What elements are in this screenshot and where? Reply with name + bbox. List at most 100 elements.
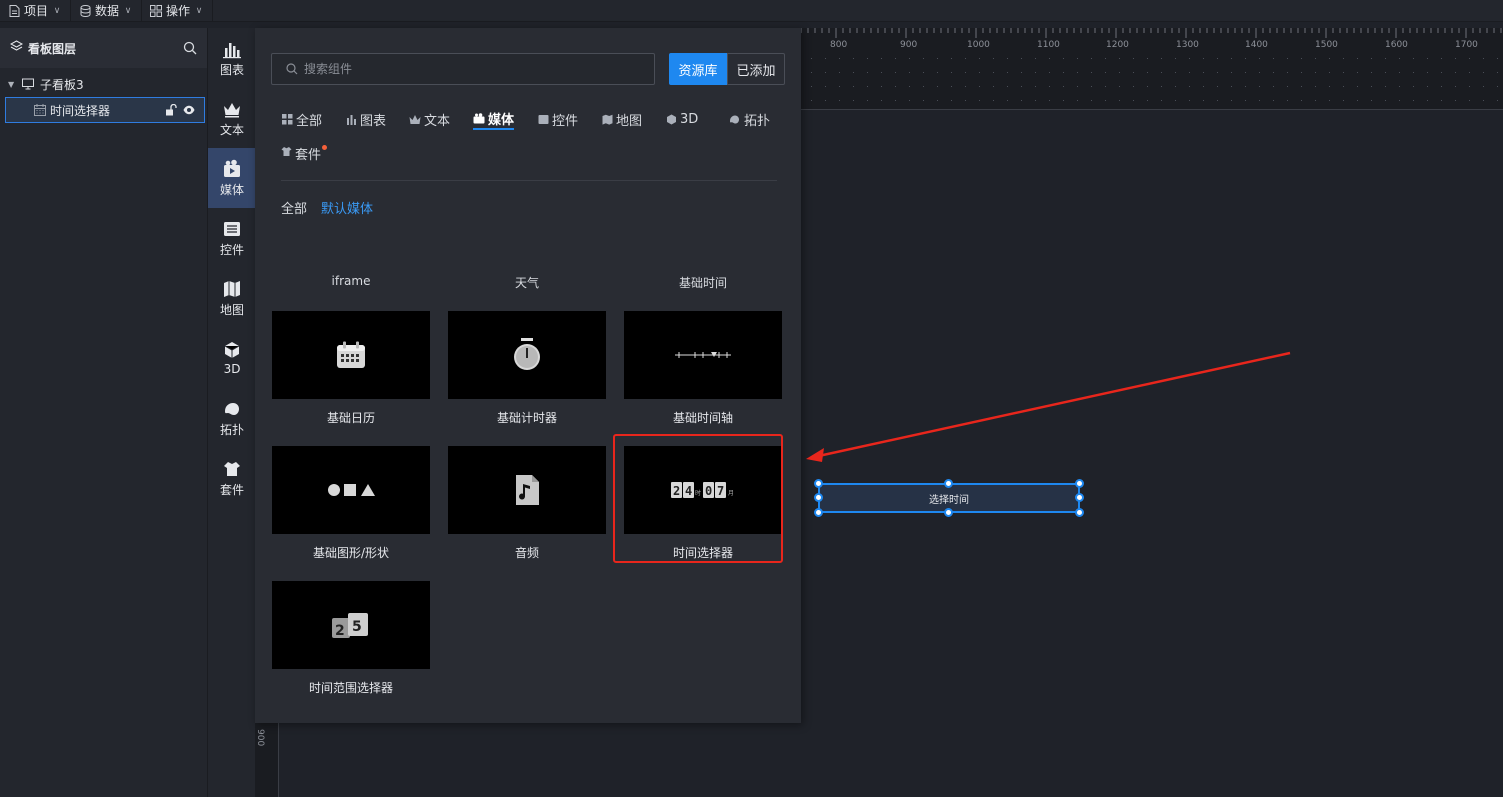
rail-item-kit[interactable]: 套件: [208, 448, 256, 508]
tab-all[interactable]: 全部: [281, 108, 322, 130]
grid-dot: [1217, 100, 1218, 101]
resize-handle[interactable]: [814, 479, 823, 488]
grid-dot: [1105, 100, 1106, 101]
resize-handle[interactable]: [944, 508, 953, 517]
rail-item-map[interactable]: 地图: [208, 268, 256, 328]
resize-handle[interactable]: [814, 493, 823, 502]
grid-dot: [1035, 86, 1036, 87]
shirt-icon: [281, 146, 292, 161]
rail-item-topology[interactable]: 拓扑: [208, 388, 256, 448]
layer-item-label: 时间选择器: [50, 103, 111, 118]
grid-dot: [923, 58, 924, 59]
resize-handle[interactable]: [1075, 508, 1084, 517]
grid-dot: [1259, 100, 1260, 101]
card-basic-timeline[interactable]: 基础时间轴: [624, 311, 782, 426]
grid-dot: [1161, 100, 1162, 101]
grid-dot: [1315, 72, 1316, 73]
card-time-range-picker[interactable]: 25 时间范围选择器: [272, 581, 430, 696]
grid-dot: [1021, 86, 1022, 87]
menu-data[interactable]: 数据 ∨: [71, 0, 143, 22]
tab-text[interactable]: 文本: [409, 108, 450, 130]
grid-dot: [1483, 86, 1484, 87]
resize-handle[interactable]: [1075, 493, 1084, 502]
grid-dot: [1147, 72, 1148, 73]
grid-dot: [853, 58, 854, 59]
resource-library-button[interactable]: 资源库: [669, 53, 727, 85]
grid-dot: [895, 58, 896, 59]
control-icon: [224, 221, 240, 236]
card-basic-calendar[interactable]: 基础日历: [272, 311, 430, 426]
resize-handle[interactable]: [944, 479, 953, 488]
layers-header: 看板图层: [0, 28, 207, 68]
rail-item-chart[interactable]: 图表: [208, 28, 256, 88]
tree-board[interactable]: ▼ 子看板3: [0, 71, 207, 97]
grid-dot: [1217, 58, 1218, 59]
timeline-icon: [675, 352, 731, 358]
grid-dot: [1497, 58, 1498, 59]
grid-dot: [1203, 72, 1204, 73]
grid-dot: [811, 86, 812, 87]
grid-dot: [993, 72, 994, 73]
card-basic-timer[interactable]: 基础计时器: [448, 311, 606, 426]
grid-dot: [923, 72, 924, 73]
menu-project[interactable]: 项目 ∨: [0, 0, 72, 22]
grid-dot: [1399, 72, 1400, 73]
card-audio[interactable]: 音频: [448, 446, 606, 561]
tab-chart[interactable]: 图表: [345, 108, 386, 130]
rail-item-text[interactable]: 文本: [208, 88, 256, 148]
grid-dot: [1189, 58, 1190, 59]
grid-dot: [1441, 72, 1442, 73]
divider: [281, 180, 777, 181]
menu-operation[interactable]: 操作 ∨: [142, 0, 214, 22]
selection-highlight: [613, 434, 783, 563]
item-weather-label[interactable]: 天气: [448, 274, 606, 291]
caret-down-icon[interactable]: ▼: [8, 80, 18, 89]
item-iframe-label[interactable]: iframe: [272, 274, 430, 288]
rail-item-control[interactable]: 控件: [208, 208, 256, 268]
component-search[interactable]: [271, 53, 655, 85]
tab-topology[interactable]: 拓扑: [729, 108, 770, 130]
eye-icon[interactable]: [182, 104, 196, 116]
grid-dot: [1343, 100, 1344, 101]
chevron-down-icon: ∨: [124, 5, 132, 16]
tab-map[interactable]: 地图: [601, 108, 642, 130]
item-basic-time-label[interactable]: 基础时间: [624, 274, 782, 291]
grid-dot: [1357, 86, 1358, 87]
resize-handle[interactable]: [1075, 479, 1084, 488]
subtab-default-media[interactable]: 默认媒体: [321, 198, 373, 217]
rail-item-media[interactable]: 媒体: [208, 148, 256, 208]
grid-dot: [1189, 100, 1190, 101]
grid-dot: [1105, 58, 1106, 59]
layer-item-time-picker[interactable]: 时间选择器: [5, 97, 205, 123]
grid-dot: [1301, 58, 1302, 59]
resize-handle[interactable]: [814, 508, 823, 517]
grid-dot: [909, 100, 910, 101]
subtab-all[interactable]: 全部: [281, 198, 307, 217]
grid-dot: [1035, 100, 1036, 101]
grid-dot: [1021, 58, 1022, 59]
grid-dot: [1091, 100, 1092, 101]
card-label: 基础日历: [326, 411, 375, 425]
grid-dot: [1147, 100, 1148, 101]
search-icon[interactable]: [183, 41, 197, 55]
rail-item-3d[interactable]: 3D: [208, 328, 256, 388]
tab-kit[interactable]: 套件: [281, 144, 329, 163]
calendar-icon: [337, 341, 365, 368]
grid-dot: [1441, 100, 1442, 101]
unlock-icon[interactable]: [164, 104, 178, 116]
tab-3d[interactable]: 3D: [665, 108, 698, 130]
grid-dot: [951, 58, 952, 59]
added-button[interactable]: 已添加: [727, 53, 785, 85]
tab-media[interactable]: 媒体: [473, 108, 515, 130]
map-icon: [601, 113, 613, 125]
search-input[interactable]: [304, 62, 644, 76]
grid-dot: [881, 72, 882, 73]
tab-control[interactable]: 控件: [537, 108, 578, 130]
grid-dot: [1455, 58, 1456, 59]
card-basic-shape[interactable]: 基础图形/形状: [272, 446, 430, 561]
grid-dot: [1189, 72, 1190, 73]
grid-dot: [1077, 58, 1078, 59]
grid-dot: [1133, 100, 1134, 101]
shirt-icon: [224, 461, 240, 476]
grid-dot: [1357, 100, 1358, 101]
